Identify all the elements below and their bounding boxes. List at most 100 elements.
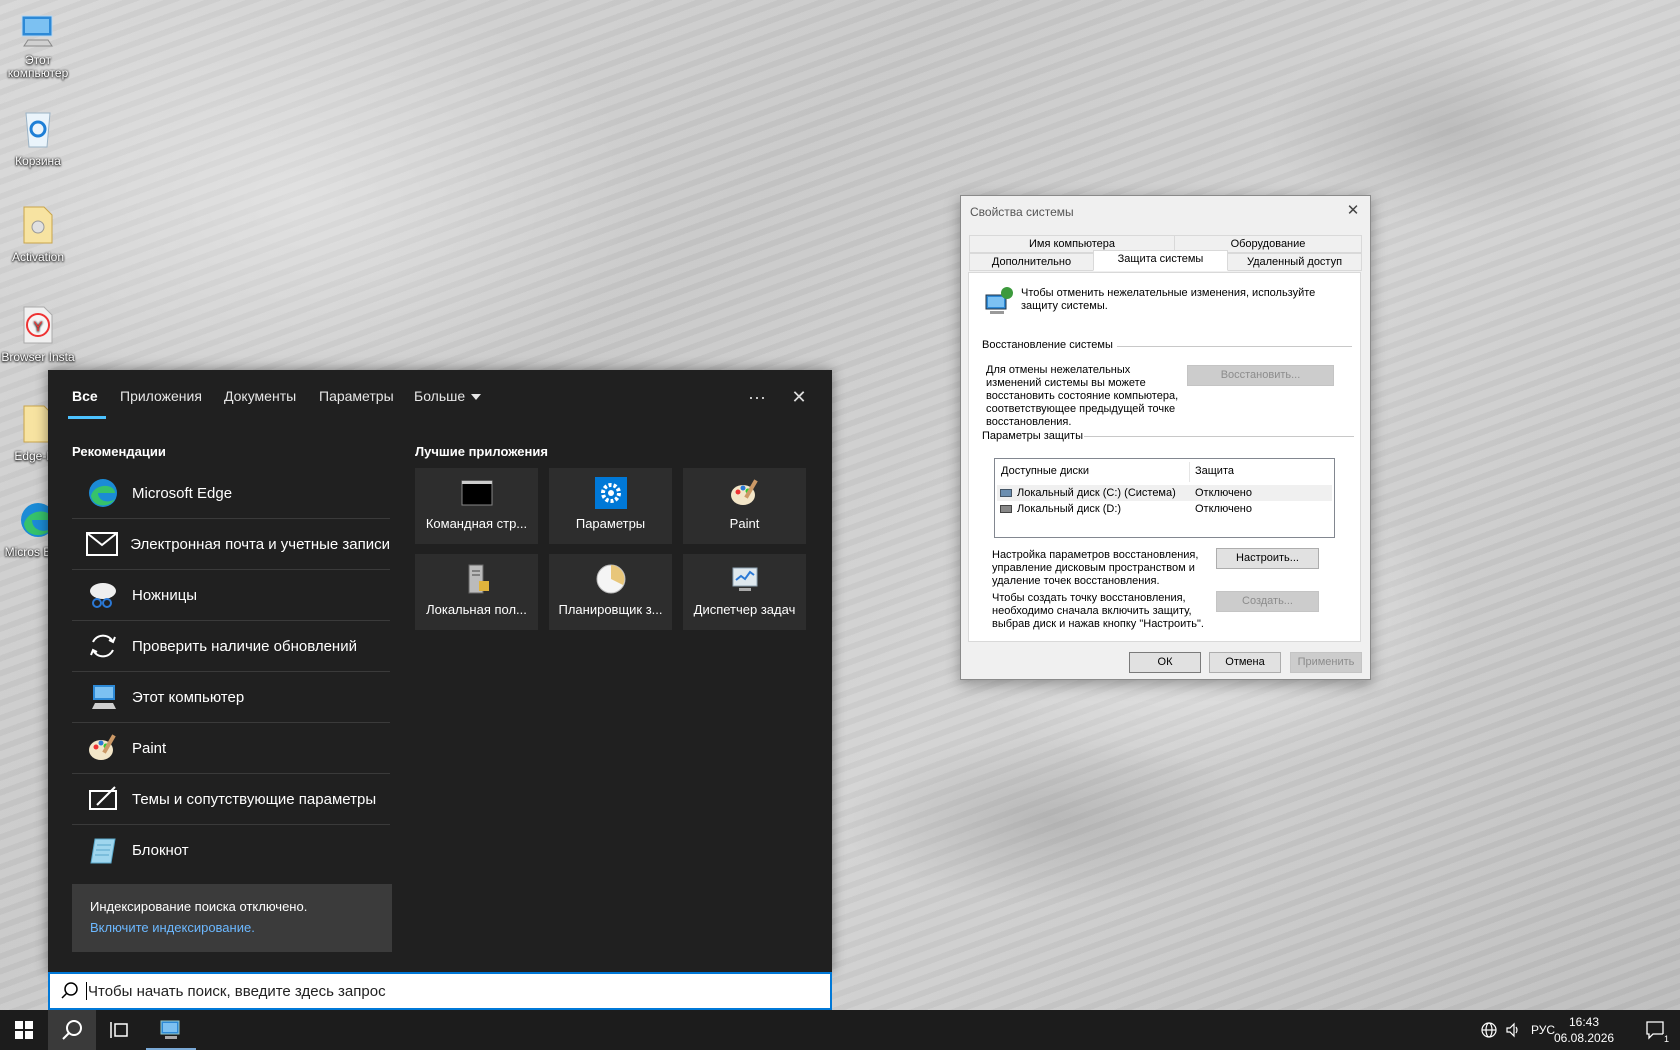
list-item[interactable]: Блокнот: [72, 825, 390, 876]
list-item[interactable]: Этот компьютер: [72, 672, 390, 723]
tab-more-label: Больше: [414, 388, 466, 404]
task-view-button[interactable]: [96, 1010, 144, 1050]
desktop-icon-activation[interactable]: Activation: [0, 203, 76, 264]
tab-more[interactable]: Больше: [414, 388, 482, 404]
divider: [1084, 436, 1354, 437]
desktop-icon-recycle-bin[interactable]: Корзина: [0, 105, 76, 168]
windows-logo-icon: [15, 1021, 33, 1039]
system-properties-icon: [160, 1020, 180, 1039]
close-button[interactable]: ✕: [784, 382, 814, 412]
tab-all[interactable]: Все: [72, 388, 98, 404]
app-tile[interactable]: Диспетчер задач: [683, 554, 806, 630]
list-item-label: Microsoft Edge: [132, 484, 233, 502]
column-separator: [1189, 462, 1190, 482]
drive-name: Локальный диск (C:) (Система): [1017, 487, 1176, 499]
drive-name: Локальный диск (D:): [1017, 503, 1122, 515]
drive-protection: Отключено: [1195, 503, 1252, 515]
create-button[interactable]: Создать...: [1216, 591, 1319, 612]
gear-icon: [594, 476, 628, 510]
security-policy-icon: [460, 562, 494, 596]
app-tile[interactable]: Командная стр...: [415, 468, 538, 544]
notification-center-button[interactable]: 1: [1636, 1010, 1676, 1050]
drives-list[interactable]: Доступные диски Защита Локальный диск (C…: [994, 458, 1335, 538]
column-header-drives[interactable]: Доступные диски: [1001, 459, 1089, 483]
desktop-icon-browser-installer[interactable]: Y Browser Insta: [0, 303, 76, 364]
app-tile-label: Командная стр...: [425, 516, 528, 531]
restore-group-label: Восстановление системы: [982, 339, 1113, 351]
table-row[interactable]: Локальный диск (D:) Отключено: [997, 501, 1332, 517]
ok-button[interactable]: ОК: [1129, 652, 1201, 673]
list-item-label: Paint: [132, 739, 167, 757]
task-view-icon: [110, 1022, 128, 1038]
restore-button[interactable]: Восстановить...: [1187, 365, 1334, 386]
paint-icon: [728, 476, 762, 510]
list-item[interactable]: Проверить наличие обновлений: [72, 621, 390, 672]
list-item[interactable]: Ножницы: [72, 570, 390, 621]
list-item-label: Ножницы: [132, 586, 198, 604]
network-icon[interactable]: [1478, 1010, 1500, 1050]
search-box[interactable]: [48, 972, 832, 1010]
cmd-icon: [460, 476, 494, 510]
volume-icon[interactable]: [1503, 1010, 1525, 1050]
clock[interactable]: 16:43 06.08.2026: [1554, 1014, 1614, 1046]
search-icon: [61, 982, 78, 999]
list-item[interactable]: Paint: [72, 723, 390, 774]
tab-system-protection[interactable]: Защита системы: [1093, 250, 1228, 271]
close-icon[interactable]: ✕: [1342, 200, 1364, 222]
app-tile-label: Планировщик з...: [558, 602, 663, 617]
table-row[interactable]: Локальный диск (C:) (Система) Отключено: [997, 485, 1332, 501]
recycle-bin-icon: [25, 112, 51, 148]
edge-icon: [86, 476, 120, 510]
desktop-icon-label: Этот компьютер: [7, 53, 69, 80]
apply-button[interactable]: Применить: [1290, 652, 1362, 673]
indexing-notice: Индексирование поиска отключено. Включит…: [72, 884, 392, 952]
app-tile-label: Параметры: [575, 516, 646, 531]
task-manager-icon: [728, 562, 762, 596]
taskbar: РУС 16:43 06.08.2026 1: [0, 1010, 1680, 1050]
indexing-text: Индексирование поиска отключено.: [90, 899, 308, 914]
this-pc-icon: [21, 15, 53, 47]
list-item-label: Темы и сопутствующие параметры: [132, 790, 377, 808]
chevron-down-icon: [471, 394, 482, 401]
app-tile-label: Диспетчер задач: [693, 602, 796, 617]
configure-text: Настройка параметров восстановления, упр…: [992, 549, 1199, 587]
start-button[interactable]: [0, 1010, 48, 1050]
themes-icon: [86, 782, 120, 816]
list-item[interactable]: Темы и сопутствующие параметры: [72, 774, 390, 825]
desktop-icon-this-pc[interactable]: Этот компьютер: [0, 10, 76, 80]
drive-protection: Отключено: [1195, 487, 1252, 499]
tab-documents[interactable]: Документы: [224, 388, 296, 404]
enable-indexing-link[interactable]: Включите индексирование.: [90, 920, 374, 935]
list-item-label: Электронная почта и учетные записи: [130, 535, 390, 553]
app-tile[interactable]: Параметры: [549, 468, 672, 544]
scissors-icon: [86, 578, 120, 612]
tab-settings[interactable]: Параметры: [319, 388, 394, 404]
recommendations-list: Microsoft Edge Электронная почта и учетн…: [72, 468, 390, 876]
list-item-label: Этот компьютер: [132, 688, 245, 706]
clock-time: 16:43: [1568, 1015, 1600, 1029]
taskbar-system-properties[interactable]: [146, 1010, 196, 1050]
list-item[interactable]: Microsoft Edge: [72, 468, 390, 519]
app-tile[interactable]: Планировщик з...: [549, 554, 672, 630]
app-tile[interactable]: Paint: [683, 468, 806, 544]
yandex-browser-icon: Y: [23, 306, 53, 344]
search-panel: Все Приложения Документы Параметры Больш…: [48, 370, 832, 972]
more-options-button[interactable]: ···: [742, 382, 772, 412]
list-item[interactable]: Электронная почта и учетные записи: [72, 519, 390, 570]
tab-remote-access[interactable]: Удаленный доступ: [1227, 253, 1362, 271]
folder-icon: [23, 206, 53, 244]
mail-icon: [86, 527, 119, 561]
intro-text: Чтобы отменить нежелательные изменения, …: [1021, 287, 1316, 312]
configure-button[interactable]: Настроить...: [1216, 548, 1319, 569]
cancel-button[interactable]: Отмена: [1209, 652, 1281, 673]
desktop-icon-label: Browser Insta: [1, 350, 75, 364]
restore-text: Для отмены нежелательных изменений систе…: [986, 364, 1179, 428]
tab-advanced[interactable]: Дополнительно: [969, 253, 1094, 271]
search-taskbar-button[interactable]: [48, 1010, 96, 1050]
notepad-icon: [86, 834, 120, 868]
app-tile[interactable]: Локальная пол...: [415, 554, 538, 630]
clock-date: 06.08.2026: [1554, 1031, 1615, 1045]
column-header-protection[interactable]: Защита: [1195, 459, 1234, 483]
tab-apps[interactable]: Приложения: [120, 388, 202, 404]
search-input[interactable]: [88, 982, 788, 1000]
